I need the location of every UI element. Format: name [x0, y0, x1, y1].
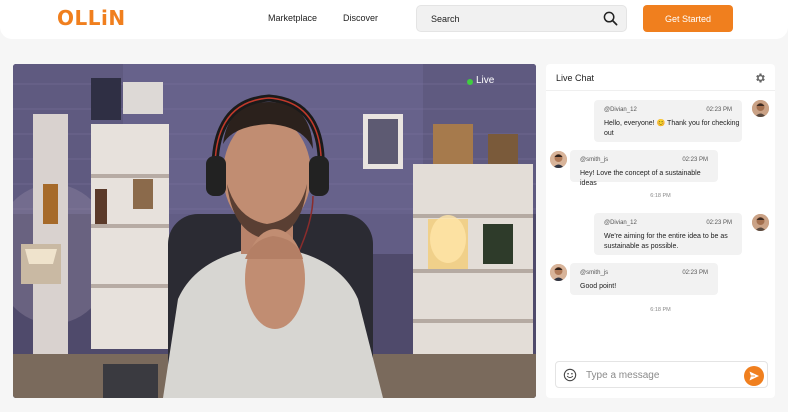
message-line: out: [604, 130, 614, 137]
live-indicator-dot: [467, 79, 473, 85]
live-badge: Live: [476, 75, 495, 86]
message-username: @Divian_12: [604, 107, 637, 113]
send-icon: [749, 371, 759, 381]
gear-icon[interactable]: [754, 72, 766, 84]
chat-message-incoming: @smith_js 02:23 PM Hey! Love the concept…: [570, 150, 718, 187]
message-text: Hey! Love the concept of a sustainable i…: [580, 169, 718, 189]
message-username: @smith_js: [580, 157, 609, 163]
video-frame: [13, 64, 536, 398]
message-line: Good point!: [580, 283, 617, 290]
message-time: 02:23 PM: [706, 107, 732, 113]
search-icon[interactable]: [603, 11, 618, 26]
message-line: Hello, everyone! 😊 Thank you for checkin…: [604, 120, 740, 127]
message-input[interactable]: [586, 368, 736, 382]
avatar[interactable]: [550, 151, 567, 168]
video-player[interactable]: Live: [13, 64, 536, 398]
chat-message-outgoing: @Divian_12 02:23 PM We're aiming for the…: [594, 213, 742, 255]
message-text: We're aiming for the entire idea to be a…: [604, 232, 728, 252]
avatar[interactable]: [550, 264, 567, 281]
search-box[interactable]: [416, 5, 627, 32]
avatar[interactable]: [752, 100, 769, 117]
avatar[interactable]: [752, 214, 769, 231]
message-text: Hello, everyone! 😊 Thank you for checkin…: [604, 119, 739, 139]
logo[interactable]: OLLiN: [57, 6, 126, 30]
nav-marketplace[interactable]: Marketplace: [268, 13, 317, 23]
message-time: 02:23 PM: [682, 157, 708, 163]
message-username: @Divian_12: [604, 220, 637, 226]
chat-message-incoming: @smith_js 02:23 PM Good point!: [570, 263, 718, 295]
chat-title: Live Chat: [556, 73, 595, 83]
send-button[interactable]: [744, 366, 764, 386]
message-line: Hey! Love the concept of a sustainable i…: [580, 170, 701, 187]
search-input[interactable]: [431, 12, 601, 26]
top-header: OLLiN Marketplace Discover Get Started: [0, 0, 788, 39]
chat-header-divider: [546, 90, 775, 91]
time-separator: 6:18 PM: [650, 307, 671, 313]
emoji-icon[interactable]: [563, 368, 577, 382]
message-username: @smith_js: [580, 270, 609, 276]
message-time: 02:23 PM: [706, 220, 732, 226]
message-line: sustainable as possible.: [604, 243, 679, 250]
get-started-button[interactable]: Get Started: [643, 5, 733, 32]
message-time: 02:23 PM: [682, 270, 708, 276]
message-composer[interactable]: [555, 361, 768, 388]
nav-discover[interactable]: Discover: [343, 13, 378, 23]
message-text: Good point!: [580, 282, 616, 292]
live-chat-panel: Live Chat @Divian_12 02:23 PM Hello, eve…: [546, 64, 775, 398]
chat-message-outgoing: @Divian_12 02:23 PM Hello, everyone! 😊 T…: [594, 100, 742, 142]
message-line: We're aiming for the entire idea to be a…: [604, 233, 728, 240]
time-separator: 6:18 PM: [650, 193, 671, 199]
